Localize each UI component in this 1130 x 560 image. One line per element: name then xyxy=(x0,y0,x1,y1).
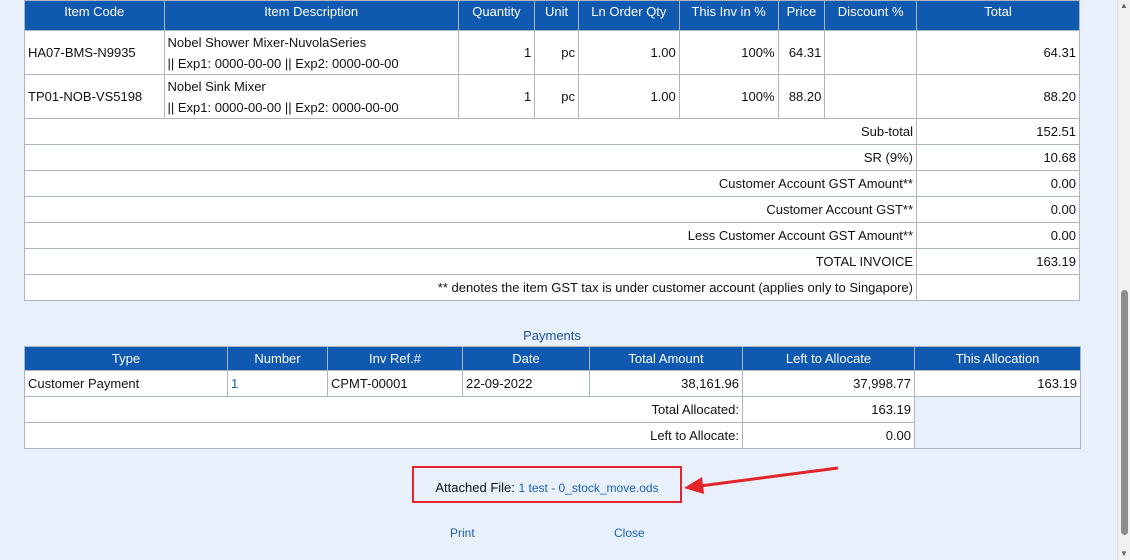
annotation-arrow-icon xyxy=(684,466,839,494)
scroll-down-arrow-icon[interactable]: ▼ xyxy=(1120,550,1128,558)
vertical-scrollbar[interactable]: ▲ ▼ xyxy=(1117,0,1130,560)
invoice-view-page: Item Code Item Description Quantity Unit… xyxy=(0,0,1118,560)
scrollbar-thumb[interactable] xyxy=(1121,290,1128,535)
print-link[interactable]: Print xyxy=(450,526,475,540)
scroll-up-arrow-icon[interactable]: ▲ xyxy=(1120,2,1128,10)
close-link[interactable]: Close xyxy=(614,526,645,540)
